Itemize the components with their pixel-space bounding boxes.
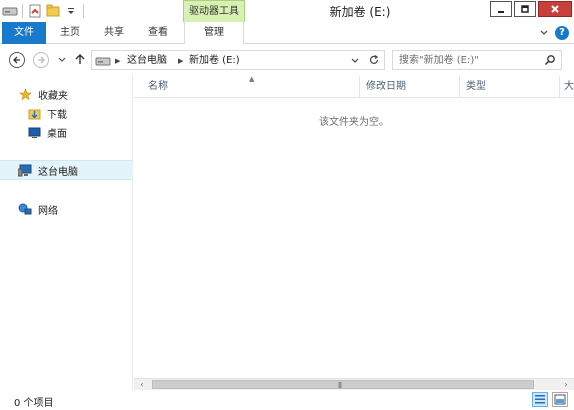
minimize-icon [498,11,504,13]
forward-icon [38,56,45,64]
nav-item-desktop[interactable]: 桌面 [0,122,133,142]
desktop-icon [27,125,41,139]
navigation-bar: ▶ 这台电脑 ▶ 新加卷 (E:) [0,44,574,76]
qat-separator [83,4,84,18]
search-icon[interactable] [544,54,556,66]
ribbon-tab-bar: 文件 主页 共享 查看 管理 ? [0,22,574,45]
item-count: 0 个项目 [14,398,54,409]
drive-icon [95,55,111,67]
drive-icon[interactable] [2,3,18,19]
maximize-icon [521,5,529,13]
forward-button[interactable] [33,52,49,68]
breadcrumb-separator-icon[interactable]: ▶ [178,53,183,69]
tab-view[interactable]: 查看 [140,22,176,44]
nav-item-this-pc-label: 这台电脑 [38,166,78,178]
recent-locations-icon[interactable] [57,54,67,64]
search-box[interactable] [392,50,562,70]
empty-folder-message: 该文件夹为空。 [319,117,389,128]
back-button[interactable] [9,52,25,68]
large-icons-view-icon [554,394,566,405]
search-input[interactable] [399,53,539,67]
scroll-right-button[interactable]: › [558,379,574,390]
context-tab-group-label: 驱动器工具 [183,0,245,24]
address-bar[interactable]: ▶ 这台电脑 ▶ 新加卷 (E:) [91,50,385,70]
close-icon [551,5,559,13]
nav-item-network-label: 网络 [38,205,58,217]
star-icon [18,87,32,101]
breadcrumb-drive[interactable]: 新加卷 (E:) [189,53,240,69]
title-bar: 驱动器工具 新加卷 (E:) [0,0,574,24]
breadcrumb-this-pc[interactable]: 这台电脑 [127,53,167,69]
network-icon [18,202,32,216]
refresh-icon[interactable] [368,54,380,66]
downloads-folder-icon [27,106,41,120]
column-header-row: ▲ 名称 修改日期 类型 大 [134,75,574,98]
tab-manage[interactable]: 管理 [184,22,244,45]
qat-separator [22,4,23,18]
tab-home[interactable]: 主页 [52,22,88,44]
details-view-icon [535,395,545,404]
address-dropdown-icon[interactable] [350,55,360,65]
help-icon[interactable]: ? [555,26,569,40]
status-bar: 0 个项目 [0,390,574,410]
scrollbar-grip-icon: ||| [338,382,342,389]
column-header-type[interactable]: 类型 [460,76,560,98]
close-button[interactable] [538,1,572,17]
navigation-pane: 收藏夹 下载 桌面 这台电脑 网络 [0,76,133,390]
back-icon [13,56,20,64]
minimize-button[interactable] [490,1,512,17]
window-title: 新加卷 (E:) [329,5,391,19]
tab-file[interactable]: 文件 [2,22,46,44]
quick-access-toolbar [2,2,86,20]
up-icon[interactable] [73,52,87,66]
column-header-size[interactable]: 大 [560,76,574,98]
new-folder-icon[interactable] [45,3,61,19]
file-list[interactable]: ▲ 名称 修改日期 类型 大 该文件夹为空。 [134,75,574,378]
nav-item-this-pc[interactable]: 这台电脑 [0,160,133,180]
nav-item-downloads-label: 下载 [47,109,67,121]
horizontal-scrollbar[interactable]: ‹ ||| › [134,378,574,390]
column-header-name[interactable]: 名称 [142,76,360,98]
nav-item-downloads[interactable]: 下载 [0,103,133,123]
breadcrumb-separator-icon[interactable]: ▶ [115,53,120,69]
nav-favorites-label: 收藏夹 [38,90,68,102]
column-header-modified[interactable]: 修改日期 [360,76,460,98]
tab-share[interactable]: 共享 [96,22,132,44]
expand-ribbon-icon[interactable] [538,27,550,39]
scrollbar-thumb[interactable]: ||| [152,380,534,389]
nav-item-desktop-label: 桌面 [47,128,67,140]
nav-item-network[interactable]: 网络 [0,199,133,219]
maximize-button[interactable] [514,1,536,17]
computer-icon [18,163,32,177]
customize-qat-icon[interactable] [63,3,79,19]
large-icons-view-button[interactable] [552,392,568,407]
properties-icon[interactable] [27,3,43,19]
details-view-button[interactable] [532,392,548,407]
nav-favorites[interactable]: 收藏夹 [0,84,133,104]
scroll-left-button[interactable]: ‹ [134,379,150,390]
